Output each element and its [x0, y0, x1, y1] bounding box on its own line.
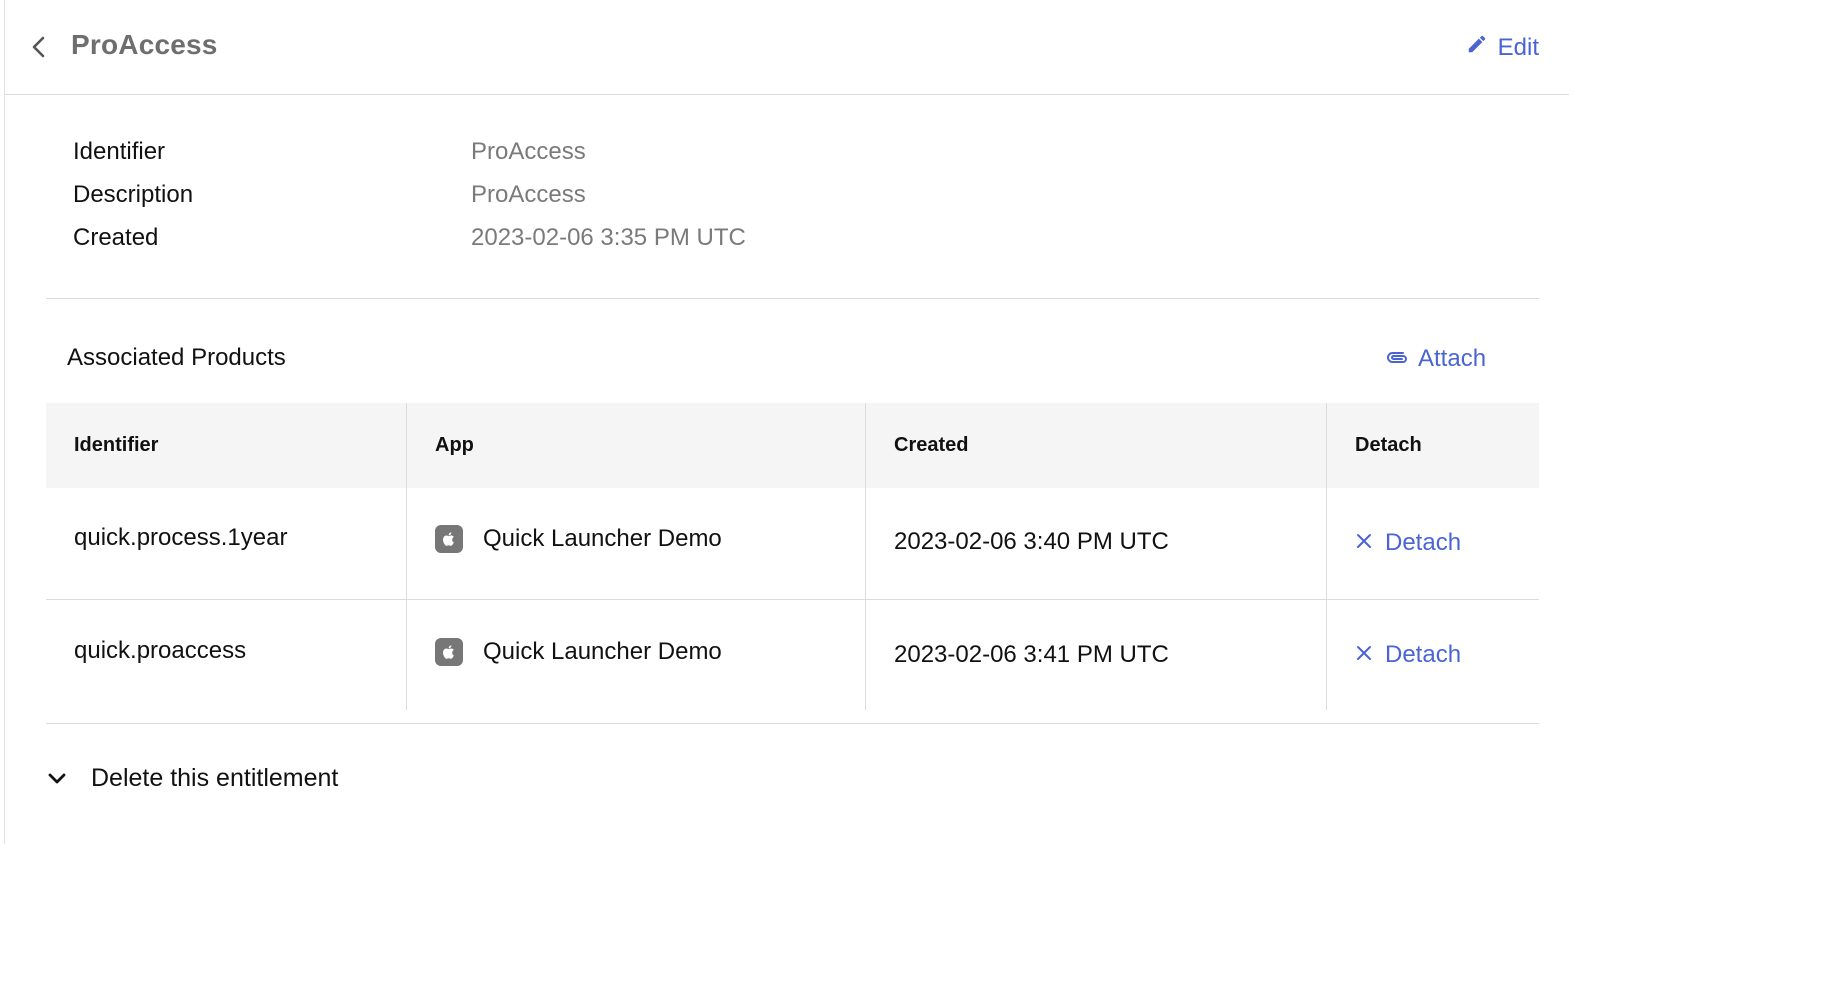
detail-label: Created — [73, 224, 159, 251]
product-identifier: quick.process.1year — [74, 524, 288, 551]
cell-detach: Detach — [1327, 488, 1539, 599]
detail-value: ProAccess — [471, 181, 586, 208]
close-icon — [1355, 641, 1373, 669]
cell-created: 2023-02-06 3:40 PM UTC — [866, 488, 1326, 599]
pencil-icon — [1466, 33, 1488, 62]
app-link[interactable]: Quick Launcher Demo — [435, 525, 722, 553]
column-divider — [865, 600, 866, 710]
cell-identifier: quick.proaccess — [46, 600, 406, 710]
detail-label: Identifier — [73, 138, 166, 165]
column-divider — [406, 600, 407, 710]
chevron-down-icon — [47, 764, 67, 793]
detach-button-label: Detach — [1385, 641, 1462, 668]
attach-button-label: Attach — [1418, 345, 1487, 372]
app-name: Quick Launcher Demo — [483, 525, 722, 552]
column-divider — [406, 488, 407, 599]
cell-detach: Detach — [1327, 600, 1539, 710]
column-header-app: App — [435, 434, 474, 456]
app-link[interactable]: Quick Launcher Demo — [435, 638, 722, 666]
product-created: 2023-02-06 3:40 PM UTC — [894, 528, 1169, 555]
entitlement-detail-panel: ProAccess Edit Identifier ProAccess Desc… — [4, 0, 1569, 844]
app-name: Quick Launcher Demo — [483, 638, 722, 665]
products-table: Identifier App Created Detach quick.proc… — [46, 403, 1539, 710]
detach-button[interactable]: Detach — [1355, 641, 1461, 669]
apple-icon — [435, 525, 463, 553]
delete-entitlement-label: Delete this entitlement — [91, 764, 339, 792]
detail-value: 2023-02-06 3:35 PM UTC — [471, 224, 746, 251]
edit-button-label: Edit — [1497, 33, 1539, 61]
detach-button-label: Detach — [1385, 529, 1462, 556]
cell-app: Quick Launcher Demo — [407, 488, 865, 599]
column-divider — [1326, 600, 1327, 710]
chevron-left-icon[interactable] — [29, 34, 49, 60]
detail-value: ProAccess — [471, 138, 586, 165]
column-header-identifier: Identifier — [74, 434, 159, 456]
apple-icon — [435, 638, 463, 666]
table-row: quick.proaccess Quick Launcher Demo 2023… — [46, 600, 1539, 710]
page-header: ProAccess Edit — [5, 0, 1569, 95]
column-header-detach: Detach — [1355, 434, 1422, 456]
detach-button[interactable]: Detach — [1355, 529, 1461, 557]
product-created: 2023-02-06 3:41 PM UTC — [894, 641, 1169, 668]
close-icon — [1355, 529, 1373, 557]
associated-products-title: Associated Products — [67, 344, 286, 371]
table-row: quick.process.1year Quick Launcher Demo … — [46, 488, 1539, 600]
column-divider — [865, 488, 866, 599]
column-divider — [406, 403, 407, 488]
section-divider — [46, 298, 1539, 299]
cell-created: 2023-02-06 3:41 PM UTC — [866, 600, 1326, 710]
cell-app: Quick Launcher Demo — [407, 600, 865, 710]
attach-button[interactable]: Attach — [1386, 345, 1486, 373]
delete-entitlement-toggle[interactable]: Delete this entitlement — [47, 764, 338, 793]
detail-label: Description — [73, 181, 194, 208]
column-divider — [865, 403, 866, 488]
page-title: ProAccess — [71, 29, 218, 60]
column-divider — [1326, 488, 1327, 599]
paperclip-icon — [1386, 345, 1410, 373]
section-divider — [46, 723, 1539, 724]
column-header-created: Created — [894, 434, 969, 456]
edit-button[interactable]: Edit — [1466, 33, 1539, 62]
cell-identifier: quick.process.1year — [46, 488, 406, 599]
column-divider — [1326, 403, 1327, 488]
table-header: Identifier App Created Detach — [46, 403, 1539, 488]
product-identifier: quick.proaccess — [74, 637, 247, 664]
